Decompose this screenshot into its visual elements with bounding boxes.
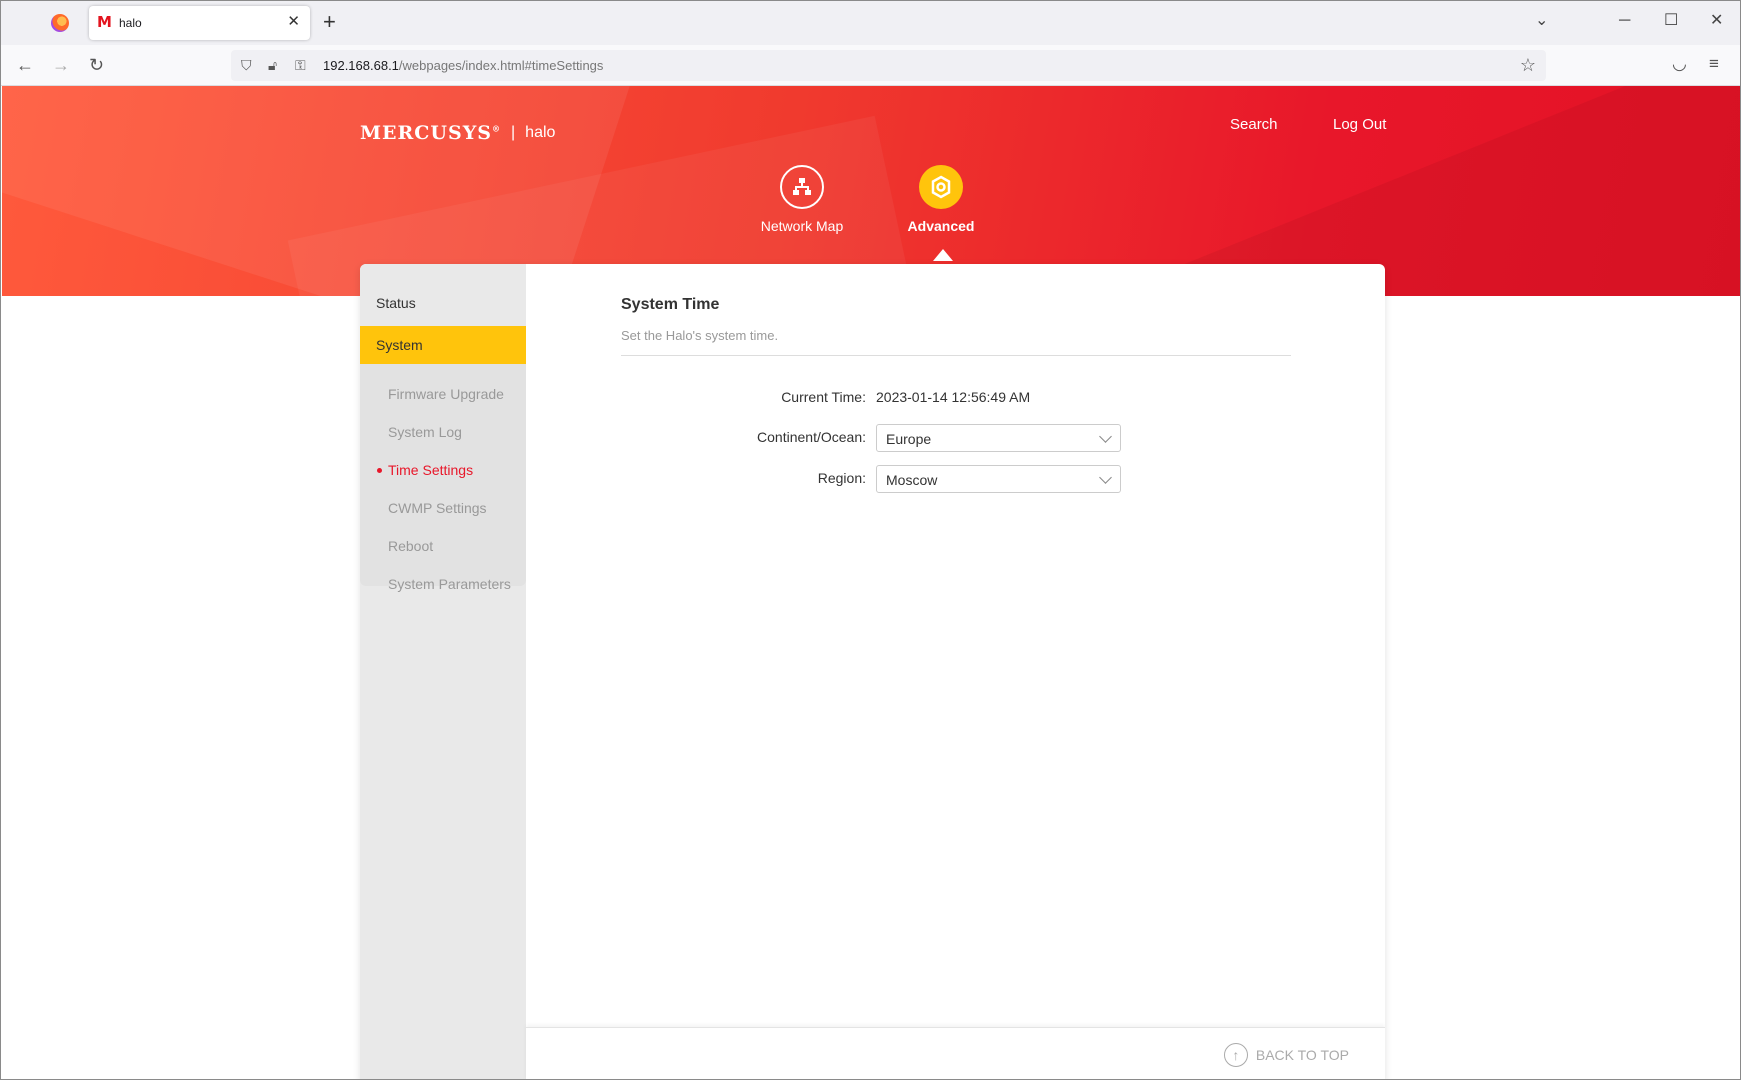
gear-icon xyxy=(919,165,963,209)
section-description: Set the Halo's system time. xyxy=(621,328,779,343)
sidebar-item-time-settings-label: Time Settings xyxy=(388,462,474,478)
current-time-value: 2023-01-14 12:56:49 AM xyxy=(876,389,1031,405)
current-time-label: Current Time: xyxy=(781,389,866,405)
navigation-bar: ← → ↻ ⛉ 🔓︎ ⚿ 192.168.68.1/webpages/index… xyxy=(1,45,1740,86)
url-bar[interactable]: ⛉ 🔓︎ ⚿ 192.168.68.1/webpages/index.html#… xyxy=(231,50,1546,81)
nav-network-map-label: Network Map xyxy=(760,218,844,234)
close-icon[interactable]: ✕ xyxy=(1710,11,1723,31)
divider xyxy=(621,355,1291,356)
back-to-top-button[interactable]: ↑ BACK TO TOP xyxy=(1223,1043,1349,1067)
sidebar-item-system-log[interactable]: System Log xyxy=(360,417,526,447)
firefox-logo-icon[interactable] xyxy=(51,14,69,32)
content-area: System Time Set the Halo's system time. … xyxy=(526,264,1385,1079)
url-host: 192.168.68.1 xyxy=(323,58,399,73)
sidebar-item-system[interactable]: System xyxy=(360,326,526,364)
sidebar-item-reboot[interactable]: Reboot xyxy=(360,531,526,561)
region-select-value: Moscow xyxy=(886,472,938,488)
continent-label: Continent/Ocean: xyxy=(757,429,866,445)
chevron-down-icon xyxy=(1099,471,1112,484)
shield-icon[interactable]: ⛉ xyxy=(241,56,252,74)
nav-advanced-label: Advanced xyxy=(907,218,975,234)
sidebar-item-system-parameters[interactable]: System Parameters xyxy=(360,569,526,599)
nav-caret xyxy=(933,249,953,261)
sidebar-item-firmware-upgrade[interactable]: Firmware Upgrade xyxy=(360,379,526,409)
active-indicator xyxy=(377,468,382,473)
section-title: System Time xyxy=(621,296,720,313)
back-to-top-label: BACK TO TOP xyxy=(1255,1047,1349,1063)
region-label: Region: xyxy=(817,470,866,486)
tab-title: halo xyxy=(119,16,142,30)
mercusys-favicon-icon: M xyxy=(97,13,112,31)
url-path: /webpages/index.html#timeSettings xyxy=(398,58,604,73)
panel-footer: ↑ BACK TO TOP xyxy=(526,1027,1385,1079)
forward-icon[interactable]: → xyxy=(52,54,70,76)
chevron-down-icon xyxy=(1099,430,1112,443)
url-text[interactable]: 192.168.68.1/webpages/index.html#timeSet… xyxy=(323,58,603,73)
browser-tab[interactable]: M halo ✕ xyxy=(89,6,310,40)
arrow-up-icon: ↑ xyxy=(1223,1043,1248,1067)
lock-icon[interactable]: 🔓︎ xyxy=(268,56,277,74)
sidebar-item-cwmp-settings[interactable]: CWMP Settings xyxy=(360,493,526,523)
brand: MERCUSYS® | halo xyxy=(360,122,555,144)
tab-strip: M halo ✕ + ⌄ ─ ☐ ✕ xyxy=(1,1,1740,45)
mercusys-logo: MERCUSYS® xyxy=(360,122,502,144)
pocket-icon[interactable]: ◡ xyxy=(1672,54,1687,74)
main-panel: Status System Firmware Upgrade System Lo… xyxy=(360,264,1385,1079)
search-link[interactable]: Search xyxy=(1230,116,1278,133)
continent-select-value: Europe xyxy=(886,431,932,447)
chevron-down-icon[interactable]: ⌄ xyxy=(1535,11,1548,31)
maximize-icon[interactable]: ☐ xyxy=(1664,11,1678,31)
system-submenu: Firmware Upgrade System Log Time Setting… xyxy=(360,364,526,592)
plus-icon[interactable]: + xyxy=(323,10,336,34)
browser-window: M halo ✕ + ⌄ ─ ☐ ✕ ← → ↻ ⛉ 🔓︎ ⚿ 192.168.… xyxy=(0,0,1741,1080)
continent-select[interactable]: Europe xyxy=(876,424,1121,452)
sidebar: Status System Firmware Upgrade System Lo… xyxy=(360,264,526,1079)
menu-icon[interactable]: ≡ xyxy=(1709,54,1719,74)
brand-separator: | xyxy=(511,124,516,141)
nav-advanced[interactable]: Advanced xyxy=(871,165,1011,234)
logout-link[interactable]: Log Out xyxy=(1333,116,1386,133)
sidebar-item-time-settings[interactable]: Time Settings xyxy=(360,455,526,485)
nav-network-map[interactable]: Network Map xyxy=(732,165,872,234)
device-name: halo xyxy=(525,124,556,141)
star-icon[interactable]: ☆ xyxy=(1520,55,1536,76)
back-icon[interactable]: ← xyxy=(16,54,34,76)
sidebar-item-status[interactable]: Status xyxy=(360,284,526,322)
router-page: MERCUSYS® | halo Search Log Out Network … xyxy=(2,86,1740,1079)
region-select[interactable]: Moscow xyxy=(876,465,1121,493)
key-icon[interactable]: ⚿ xyxy=(295,56,306,74)
minimize-icon[interactable]: ─ xyxy=(1619,11,1630,31)
network-map-icon xyxy=(780,165,824,209)
reload-icon[interactable]: ↻ xyxy=(89,54,104,76)
close-icon[interactable]: ✕ xyxy=(287,13,300,31)
